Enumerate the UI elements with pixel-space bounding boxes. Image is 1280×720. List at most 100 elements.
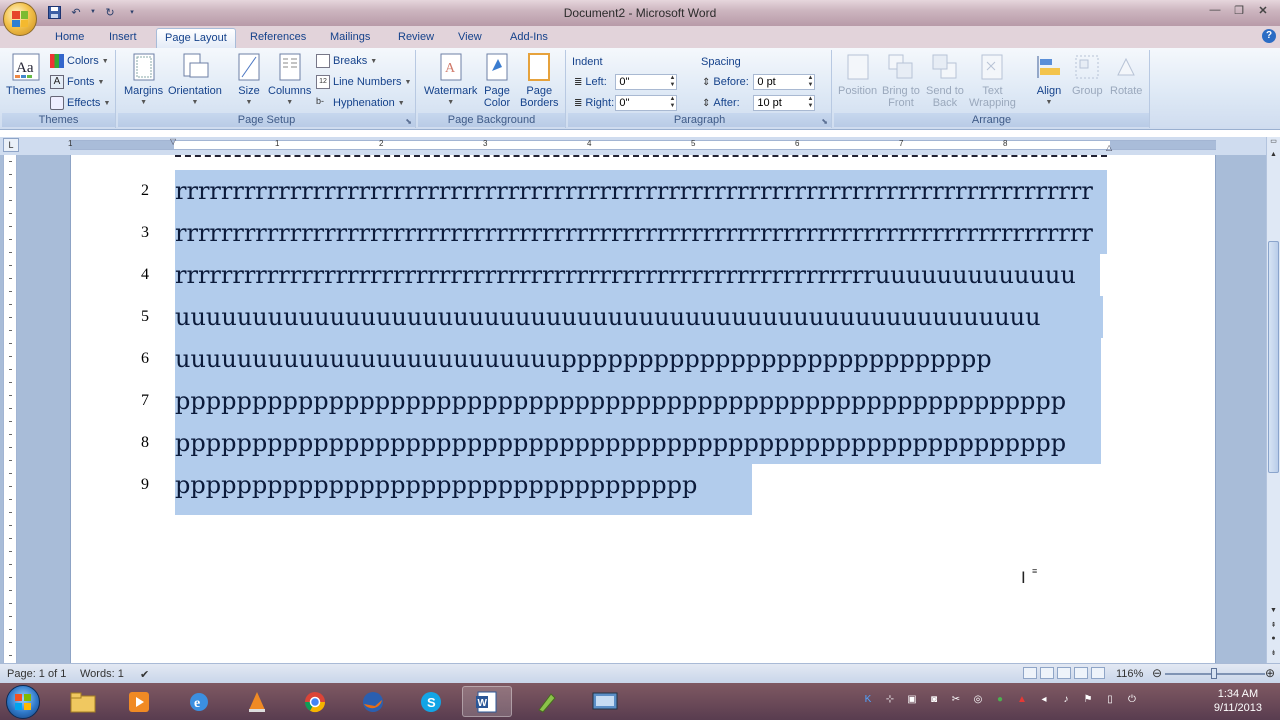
taskbar-explorer-icon[interactable] — [58, 686, 108, 717]
position-button[interactable]: Position — [838, 52, 877, 97]
help-icon[interactable]: ? — [1262, 29, 1276, 43]
scroll-up-icon[interactable]: ▲ — [1268, 151, 1279, 163]
group-button[interactable]: Group — [1072, 52, 1103, 97]
minimize-icon[interactable]: — — [1204, 2, 1226, 18]
text-wrapping-button[interactable]: Text Wrapping — [969, 52, 1016, 109]
draft-view-icon[interactable] — [1091, 667, 1105, 679]
taskbar-internet-explorer-icon[interactable]: e — [174, 686, 224, 717]
spacing-after-input[interactable]: 10 pt ▲ ▼ — [753, 95, 816, 111]
tray-power-icon[interactable]: ⏻ — [1124, 694, 1140, 708]
line-text[interactable]: pppppppppppppppppppppppppppppppppp — [175, 464, 752, 506]
tab-home[interactable]: Home — [47, 28, 92, 48]
line-text[interactable]: uuuuuuuuuuuuuuuuuuuuuuuuuuuuuuuuuuuuuuuu… — [175, 296, 1103, 338]
indent-left-spin-icon[interactable]: ▲ ▼ — [669, 75, 675, 89]
tray-chevron-icon[interactable]: ◂ — [1036, 694, 1052, 708]
tray-shield-icon[interactable]: ● — [992, 694, 1008, 708]
hyphenation-button[interactable]: b- Hyphenation ▼ — [316, 94, 405, 112]
tray-update-icon[interactable]: ◎ — [970, 694, 986, 708]
effects-button[interactable]: Effects ▼ — [50, 94, 110, 112]
indent-left-input[interactable]: 0" ▲ ▼ — [615, 74, 678, 90]
margins-button[interactable]: Margins ▼ — [124, 52, 163, 109]
tray-flag-icon[interactable]: ⚑ — [1080, 694, 1096, 708]
taskbar-media-player-icon[interactable] — [114, 686, 164, 717]
indent-right-spin-icon[interactable]: ▲ ▼ — [669, 96, 675, 110]
right-indent-marker-icon[interactable]: △ — [1106, 143, 1112, 152]
spacing-after-spin-icon[interactable]: ▲ ▼ — [807, 96, 813, 110]
vertical-scrollbar[interactable]: ▭ ▲ ▼ ⇞ ● ⇟ — [1266, 137, 1280, 663]
proofing-icon[interactable]: ✔ — [140, 668, 149, 681]
send-to-back-button[interactable]: Send to Back — [926, 52, 964, 109]
print-layout-view-icon[interactable] — [1023, 667, 1037, 679]
spacing-before-spin-icon[interactable]: ▲ ▼ — [807, 75, 813, 89]
first-line-indent-marker-icon[interactable]: ▽ — [170, 137, 176, 146]
vertical-ruler[interactable] — [3, 155, 17, 663]
line-text[interactable]: rrrrrrrrrrrrrrrrrrrrrrrrrrrrrrrrrrrrrrrr… — [175, 212, 1107, 254]
columns-button[interactable]: Columns ▼ — [268, 52, 311, 109]
taskbar-pen-tool-icon[interactable] — [522, 686, 572, 717]
full-screen-reading-view-icon[interactable] — [1040, 667, 1054, 679]
taskbar-clock[interactable]: 1:34 AM 9/11/2013 — [1214, 687, 1262, 715]
spacing-before-input[interactable]: 0 pt ▲ ▼ — [753, 74, 816, 90]
horizontal-ruler[interactable]: 1 1 2 3 4 5 6 7 8 ▽ △ — [68, 137, 1216, 152]
tray-battery-icon[interactable]: ▯ — [1102, 694, 1118, 708]
taskbar-chrome-icon[interactable] — [290, 686, 340, 717]
themes-button[interactable]: Aa Themes — [6, 52, 46, 97]
scroll-down-icon[interactable]: ▼ — [1268, 607, 1279, 619]
line-text[interactable]: rrrrrrrrrrrrrrrrrrrrrrrrrrrrrrrrrrrrrrrr… — [175, 254, 1100, 296]
start-button[interactable] — [6, 685, 40, 719]
word-count[interactable]: Words: 1 — [80, 668, 124, 680]
previous-page-icon[interactable]: ⇞ — [1268, 621, 1279, 633]
rotate-button[interactable]: Rotate — [1110, 52, 1142, 97]
taskbar-firefox-icon[interactable] — [348, 686, 398, 717]
fonts-button[interactable]: A Fonts ▼ — [50, 73, 104, 91]
office-button[interactable] — [3, 2, 37, 36]
zoom-level[interactable]: 116% — [1116, 668, 1143, 680]
size-button[interactable]: Size ▼ — [234, 52, 264, 109]
web-layout-view-icon[interactable] — [1057, 667, 1071, 679]
watermark-button[interactable]: A Watermark ▼ — [424, 52, 477, 109]
next-page-icon[interactable]: ⇟ — [1268, 649, 1279, 661]
page-borders-button[interactable]: Page Borders — [520, 52, 559, 109]
align-button[interactable]: Align ▼ — [1034, 52, 1064, 109]
bring-to-front-button[interactable]: Bring to Front — [882, 52, 920, 109]
line-text[interactable]: pppppppppppppppppppppppppppppppppppppppp… — [175, 380, 1101, 422]
page-count[interactable]: Page: 1 of 1 — [7, 668, 66, 680]
maximize-icon[interactable]: ❐ — [1228, 2, 1250, 18]
outline-view-icon[interactable] — [1074, 667, 1088, 679]
zoom-in-icon[interactable]: ⊕ — [1265, 666, 1275, 680]
tray-pdf-icon[interactable]: ▲ — [1014, 694, 1030, 708]
orientation-button[interactable]: Orientation ▼ — [168, 52, 222, 109]
line-text[interactable]: pppppppppppppppppppppppppppppppppppppppp… — [175, 422, 1101, 464]
line-text[interactable]: rrrrrrrrrrrrrrrrrrrrrrrrrrrrrrrrrrrrrrrr… — [175, 170, 1107, 212]
tab-page-layout[interactable]: Page Layout — [156, 28, 236, 48]
tray-network-icon[interactable]: ⊹ — [882, 694, 898, 708]
close-icon[interactable]: ✕ — [1252, 2, 1274, 18]
tab-mailings[interactable]: Mailings — [322, 28, 378, 48]
document-page[interactable]: 2 rrrrrrrrrrrrrrrrrrrrrrrrrrrrrrrrrrrrrr… — [70, 155, 1216, 663]
tray-monitor-icon[interactable]: ▣ — [904, 694, 920, 708]
tab-view[interactable]: View — [450, 28, 490, 48]
line-numbers-button[interactable]: 12 Line Numbers ▼ — [316, 73, 411, 91]
tray-volume-icon[interactable]: ♪ — [1058, 694, 1074, 708]
page-color-button[interactable]: Page Color — [482, 52, 512, 109]
scrollbar-thumb[interactable] — [1268, 241, 1279, 473]
tray-tool-icon[interactable]: ✂ — [948, 694, 964, 708]
select-browse-object-icon[interactable]: ● — [1268, 635, 1279, 647]
page-setup-launcher-icon[interactable]: ⬊ — [405, 117, 412, 126]
taskbar-vlc-icon[interactable] — [232, 686, 282, 717]
breaks-button[interactable]: Breaks ▼ — [316, 52, 377, 70]
tab-selector-icon[interactable]: L — [3, 138, 19, 152]
paragraph-launcher-icon[interactable]: ⬊ — [821, 117, 828, 126]
line-text[interactable]: uuuuuuuuuuuuuuuuuuuuuuuuuppppppppppppppp… — [175, 338, 1101, 380]
tray-app-icon[interactable]: K — [860, 694, 876, 708]
zoom-slider-thumb[interactable] — [1211, 668, 1217, 679]
tab-insert[interactable]: Insert — [101, 28, 145, 48]
tab-references[interactable]: References — [242, 28, 314, 48]
tab-review[interactable]: Review — [390, 28, 442, 48]
taskbar-word-icon[interactable]: W — [462, 686, 512, 717]
colors-button[interactable]: Colors ▼ — [50, 52, 109, 70]
taskbar-screen-recorder-icon[interactable] — [580, 686, 630, 717]
zoom-out-icon[interactable]: ⊖ — [1152, 666, 1162, 680]
ruler-toggle-icon[interactable]: ▭ — [1268, 137, 1279, 149]
indent-right-input[interactable]: 0" ▲ ▼ — [615, 95, 678, 111]
